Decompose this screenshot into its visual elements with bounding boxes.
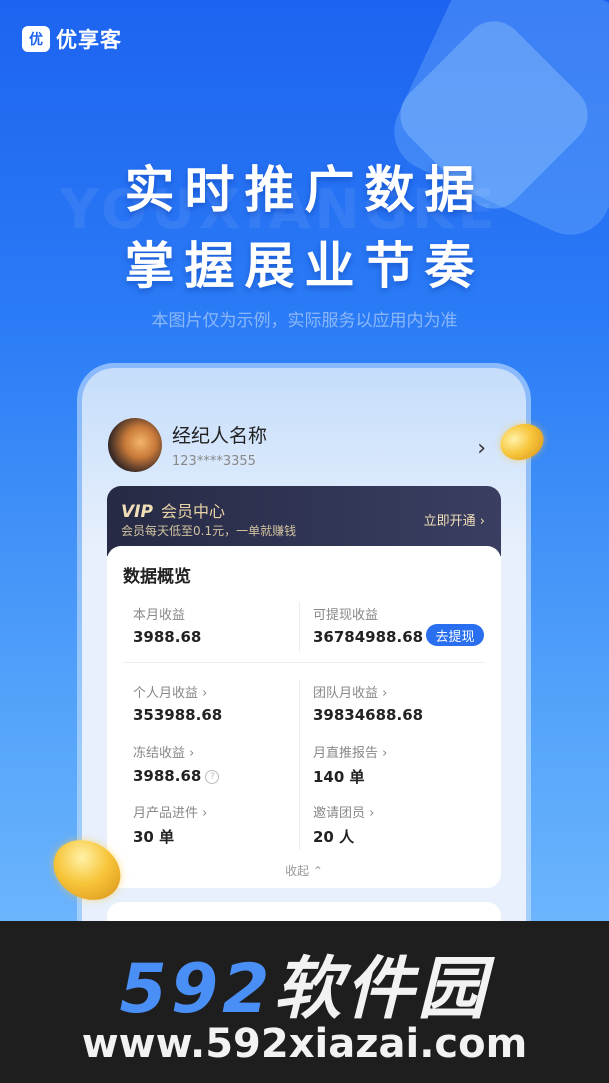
frozen-income-row: 3988.68?	[133, 766, 220, 785]
team-income-label[interactable]: 团队月收益 ›	[313, 682, 387, 701]
frozen-income-value: 3988.68	[133, 767, 202, 785]
avatar	[108, 418, 162, 472]
collapse-button[interactable]: 收起 ⌃	[107, 862, 501, 879]
invite-value: 20 人	[313, 828, 355, 846]
site-url: www.592xiazai.com	[81, 1021, 528, 1067]
frozen-income-label[interactable]: 冻结收益 ›	[133, 742, 194, 761]
question-icon[interactable]: ?	[205, 769, 220, 784]
vip-desc: 会员每天低至0.1元，一单就赚钱	[121, 524, 297, 538]
divider	[299, 602, 300, 652]
vip-badge: VIP	[121, 502, 153, 522]
app-logo: 优 优享客	[22, 24, 122, 54]
product-label[interactable]: 月产品进件 ›	[133, 802, 207, 821]
withdrawable-value: 36784988.68	[313, 628, 424, 646]
brand-number: 592	[119, 950, 274, 1029]
team-income-value: 39834688.68	[313, 706, 424, 724]
agent-phone: 123****3355	[172, 454, 256, 469]
agent-name: 经纪人名称	[172, 425, 268, 447]
brand-name: 软件园	[273, 950, 490, 1029]
chevron-right-icon[interactable]: ›	[477, 436, 486, 461]
logo-icon: 优	[22, 26, 50, 52]
headline-line1: 实时推广数据	[124, 161, 485, 219]
profile-row[interactable]: 经纪人名称 123****3355	[108, 418, 267, 472]
panel-title: 数据概览	[123, 567, 191, 587]
divider	[123, 662, 485, 663]
data-overview-panel: 数据概览 本月收益 3988.68 可提现收益 36784988.68 去提现 …	[107, 546, 501, 888]
phone-mockup: 经纪人名称 123****3355 › VIP 会员中心 会员每天低至0.1元，一…	[82, 368, 526, 968]
month-income-label: 本月收益	[133, 608, 186, 623]
withdrawable-label: 可提现收益	[313, 608, 379, 623]
month-income-value: 3988.68	[133, 628, 202, 646]
site-watermark-banner: 592软件园 www.592xiazai.com	[0, 921, 609, 1083]
vip-open-button[interactable]: 立即开通 ›	[424, 510, 485, 529]
divider	[299, 680, 300, 850]
personal-income-label[interactable]: 个人月收益 ›	[133, 682, 207, 701]
direct-report-value: 140 单	[313, 768, 365, 786]
direct-report-label[interactable]: 月直推报告 ›	[313, 742, 387, 761]
withdraw-button[interactable]: 去提现	[426, 624, 484, 646]
vip-title: VIP 会员中心	[121, 498, 225, 522]
invite-label[interactable]: 邀请团员 ›	[313, 802, 374, 821]
disclaimer: 本图片仅为示例，实际服务以应用内为准	[151, 311, 458, 331]
personal-income-value: 353988.68	[133, 706, 223, 724]
vip-title-text: 会员中心	[160, 502, 225, 521]
logo-text: 优享客	[56, 28, 122, 52]
brand-logo: 592软件园	[0, 933, 609, 1032]
headline-line2: 掌握展业节奏	[124, 237, 485, 295]
product-value: 30 单	[133, 828, 175, 846]
